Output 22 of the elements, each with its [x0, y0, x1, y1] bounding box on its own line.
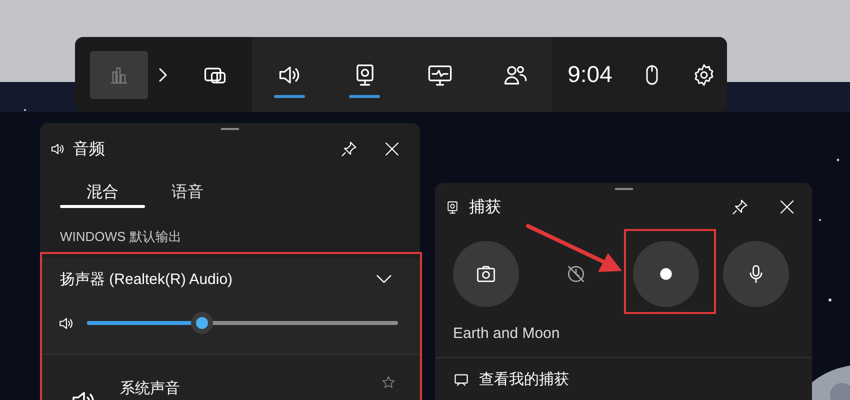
chevron-right-icon: [158, 68, 166, 82]
gallery-link[interactable]: 查看我的捕获: [435, 357, 812, 400]
panel-title: 音频: [73, 140, 106, 160]
app-name: 系统声音: [119, 379, 181, 398]
close-icon: [383, 140, 401, 158]
game-name: Earth and Moon: [452, 324, 561, 344]
clock-time: 9:04: [566, 61, 614, 88]
tab[interactable]: 语音: [145, 172, 230, 212]
pin-icon: [340, 140, 358, 158]
tab[interactable]: 混合: [60, 172, 145, 212]
game-thumbnail[interactable]: [90, 50, 148, 98]
webcam-icon: [445, 200, 460, 214]
device-name: 扬声器 (Realtek(R) Audio): [60, 270, 234, 288]
close-icon: [778, 198, 796, 216]
pin-icon: [731, 198, 749, 216]
camera-icon: [475, 263, 497, 285]
section-label: WINDOWS 默认输出: [59, 228, 182, 246]
panel-title: 捕获: [469, 198, 502, 218]
clock-slash-icon: [565, 263, 587, 285]
speaker-icon: [50, 141, 66, 157]
slider-thumb[interactable]: [191, 312, 214, 334]
volume-slider[interactable]: [87, 312, 398, 334]
